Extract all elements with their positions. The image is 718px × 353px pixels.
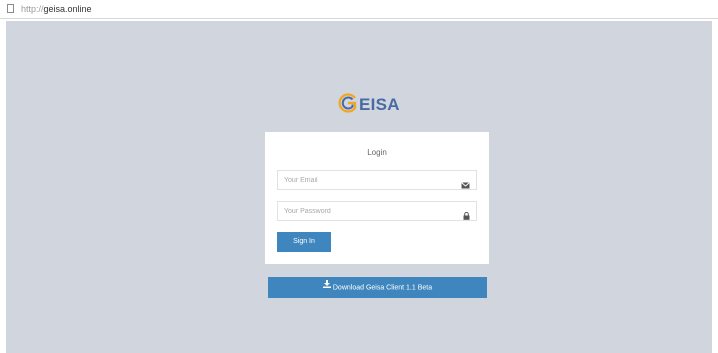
email-field[interactable]	[277, 170, 477, 190]
logo-text: EISA	[359, 95, 400, 114]
download-client-button[interactable]: Download Geisa Client 1.1 Beta	[268, 277, 487, 298]
password-input[interactable]	[278, 202, 460, 220]
login-card: Login Sign In	[265, 132, 489, 264]
sign-in-button[interactable]: Sign In	[277, 232, 331, 252]
envelope-icon	[461, 176, 470, 194]
address-url[interactable]: http://geisa.online	[21, 4, 92, 15]
geisa-logo: EISA	[336, 92, 426, 116]
lock-icon	[463, 207, 470, 225]
page-icon	[7, 4, 14, 13]
download-label: Download Geisa Client 1.1 Beta	[332, 284, 433, 292]
url-host: geisa.online	[43, 4, 92, 14]
geisa-g-logo-icon	[338, 93, 357, 113]
password-field[interactable]	[277, 201, 477, 221]
email-input[interactable]	[278, 171, 460, 189]
url-scheme: http://	[21, 4, 44, 14]
login-title: Login	[367, 148, 387, 157]
download-icon	[322, 276, 331, 297]
browser-address-bar[interactable]: http://geisa.online	[0, 0, 718, 19]
